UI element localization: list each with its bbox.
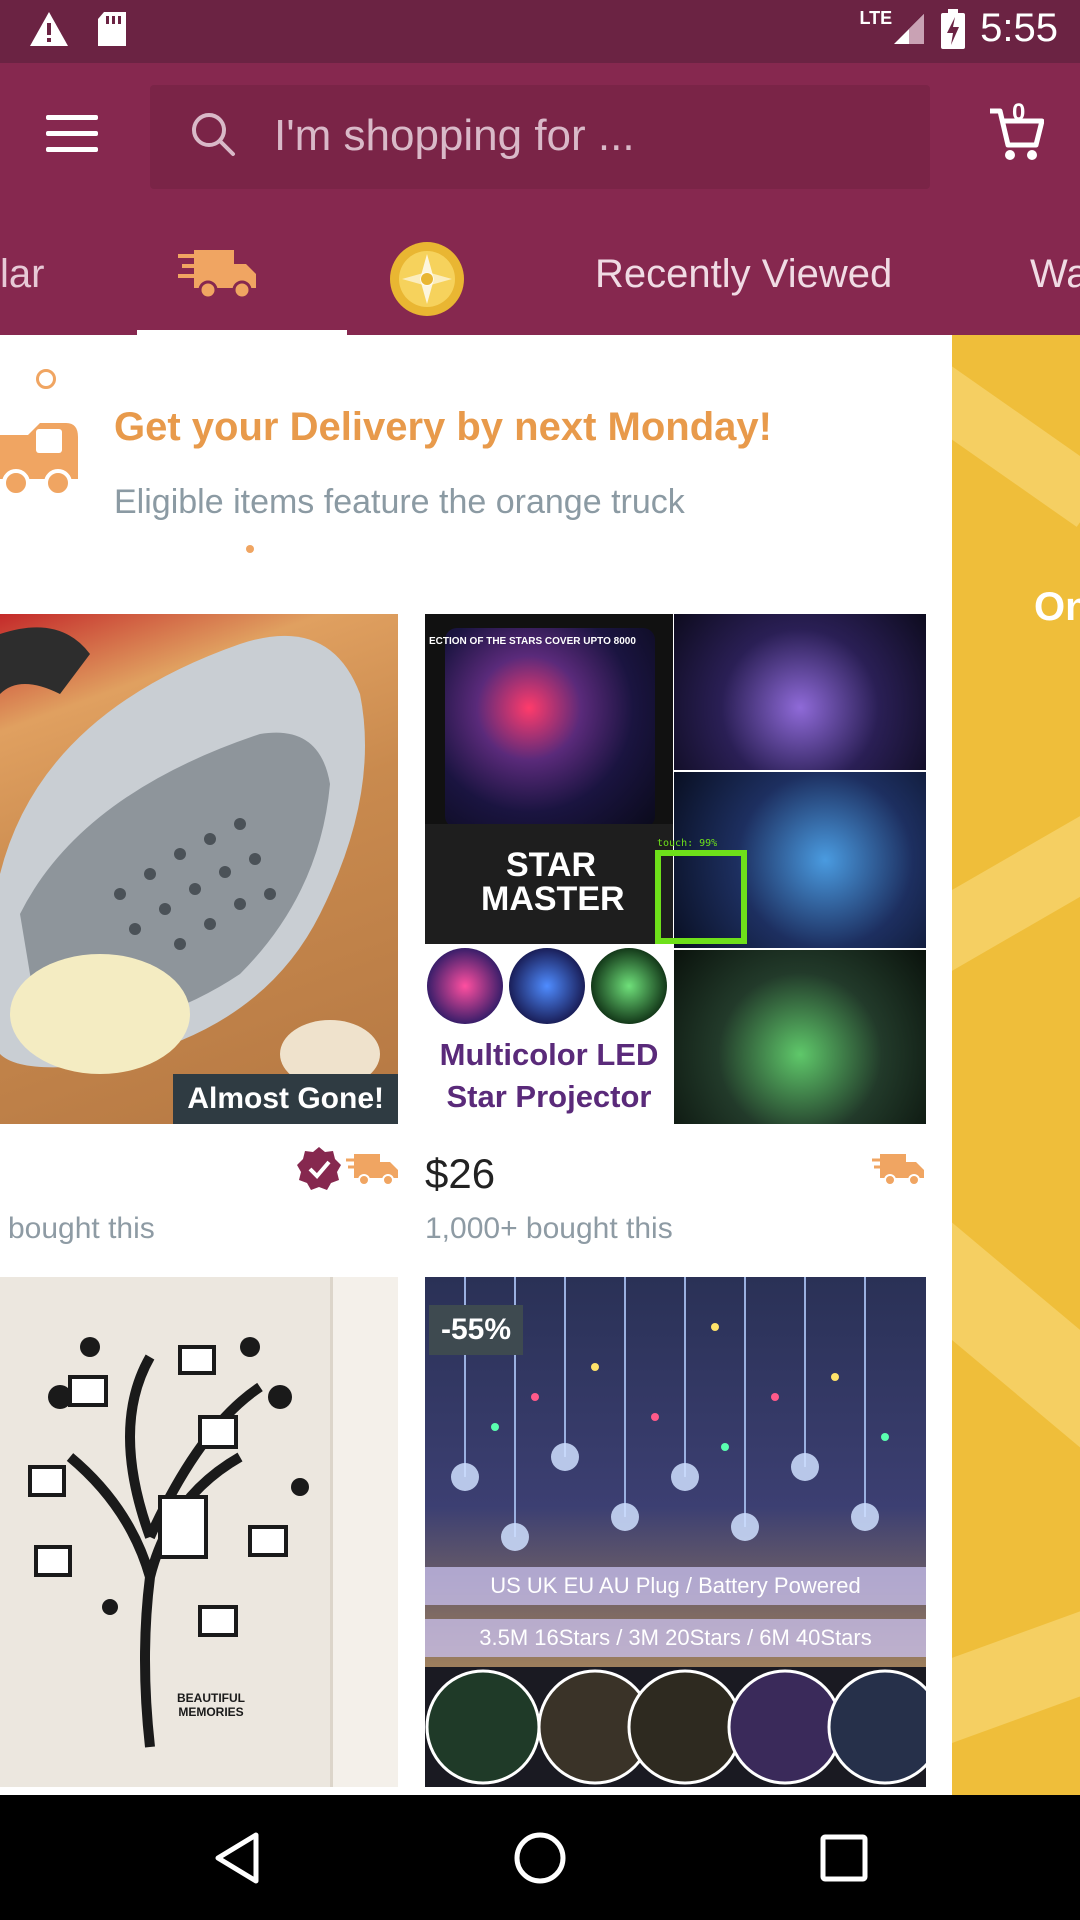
network-type: LTE	[859, 8, 893, 28]
delivery-banner[interactable]: Get your Delivery by next Monday! Eligib…	[0, 335, 952, 585]
home-icon[interactable]	[513, 1831, 567, 1885]
decal-caption: BEAUTIFUL MEMORIES	[177, 1691, 245, 1719]
system-nav-bar	[0, 1795, 1080, 1920]
tab-fast-delivery-truck-icon[interactable]	[176, 244, 260, 300]
decor-dot	[246, 545, 254, 553]
tab-popular[interactable]: lar	[0, 252, 44, 297]
search-icon	[192, 113, 235, 156]
product-image-tree-wall-decal[interactable]: BEAUTIFUL MEMORIES	[0, 1277, 398, 1787]
projector-caption-line2: Star Projector	[446, 1079, 652, 1114]
fast-delivery-icon	[346, 1154, 398, 1186]
menu-icon[interactable]	[46, 115, 98, 155]
tab-coin-icon[interactable]	[388, 240, 466, 318]
product-image-garlic-press[interactable]: Almost Gone!	[0, 614, 398, 1124]
warning-icon	[30, 12, 68, 46]
product-bought-count: bought this	[8, 1212, 155, 1245]
touch-label: touch: 99%	[657, 838, 718, 849]
banner-subtitle: Eligible items feature the orange truck	[114, 483, 685, 521]
search-placeholder: I'm shopping for ...	[274, 111, 635, 160]
discount-badge: -55%	[429, 1305, 524, 1355]
sd-card-icon	[98, 12, 126, 46]
product-price: $26	[425, 1150, 496, 1197]
side-panel-text: On	[1034, 585, 1080, 629]
signal-icon	[894, 13, 925, 44]
lights-info-line2: 3.5M 16Stars / 3M 20Stars / 6M 40Stars	[479, 1625, 872, 1650]
app-header: I'm shopping for ... 0 lar Recently View…	[0, 63, 1080, 336]
battery-charging-icon	[941, 8, 966, 49]
banner-title: Get your Delivery by next Monday!	[114, 405, 772, 449]
delivery-truck-icon	[0, 423, 78, 497]
status-time: 5:55	[980, 6, 1058, 50]
tree-decal-illustration	[28, 1337, 309, 1748]
search-input[interactable]: I'm shopping for ...	[150, 85, 930, 189]
status-bar: LTE 5:55	[0, 0, 1080, 63]
product-image-star-projector[interactable]: ECTION OF THE STARS COVER UPTO 8000 STAR…	[425, 614, 926, 1124]
back-icon[interactable]	[212, 1831, 262, 1885]
recents-icon[interactable]	[820, 1834, 868, 1882]
touch-indicator	[655, 850, 747, 944]
garlic-press-illustration	[0, 627, 380, 1088]
tab-recently-viewed[interactable]: Recently Viewed	[595, 252, 892, 297]
verified-badge-icon	[297, 1147, 341, 1190]
projector-caption-line1: Multicolor LED	[439, 1037, 659, 1072]
tab-wishlist[interactable]: Wa	[1030, 252, 1080, 297]
cart-count: 0	[1012, 99, 1026, 126]
lights-info-line1: US UK EU AU Plug / Battery Powered	[490, 1573, 861, 1598]
projector-brand: STAR MASTER	[481, 846, 625, 918]
tab-bar: lar Recently Viewed Wa	[0, 200, 1080, 336]
next-page-panel[interactable]: On	[952, 335, 1080, 1795]
almost-gone-badge: Almost Gone!	[173, 1074, 398, 1124]
decor-dot	[36, 369, 56, 389]
projector-photo: ECTION OF THE STARS COVER UPTO 8000 STAR…	[425, 614, 673, 944]
projector-banner-text: ECTION OF THE STARS COVER UPTO 8000	[429, 636, 636, 647]
product-image-snowflake-lights[interactable]: US UK EU AU Plug / Battery Powered 3.5M …	[425, 1277, 926, 1787]
product-bought-count: 1,000+ bought this	[425, 1212, 673, 1245]
fast-delivery-icon	[872, 1154, 924, 1186]
